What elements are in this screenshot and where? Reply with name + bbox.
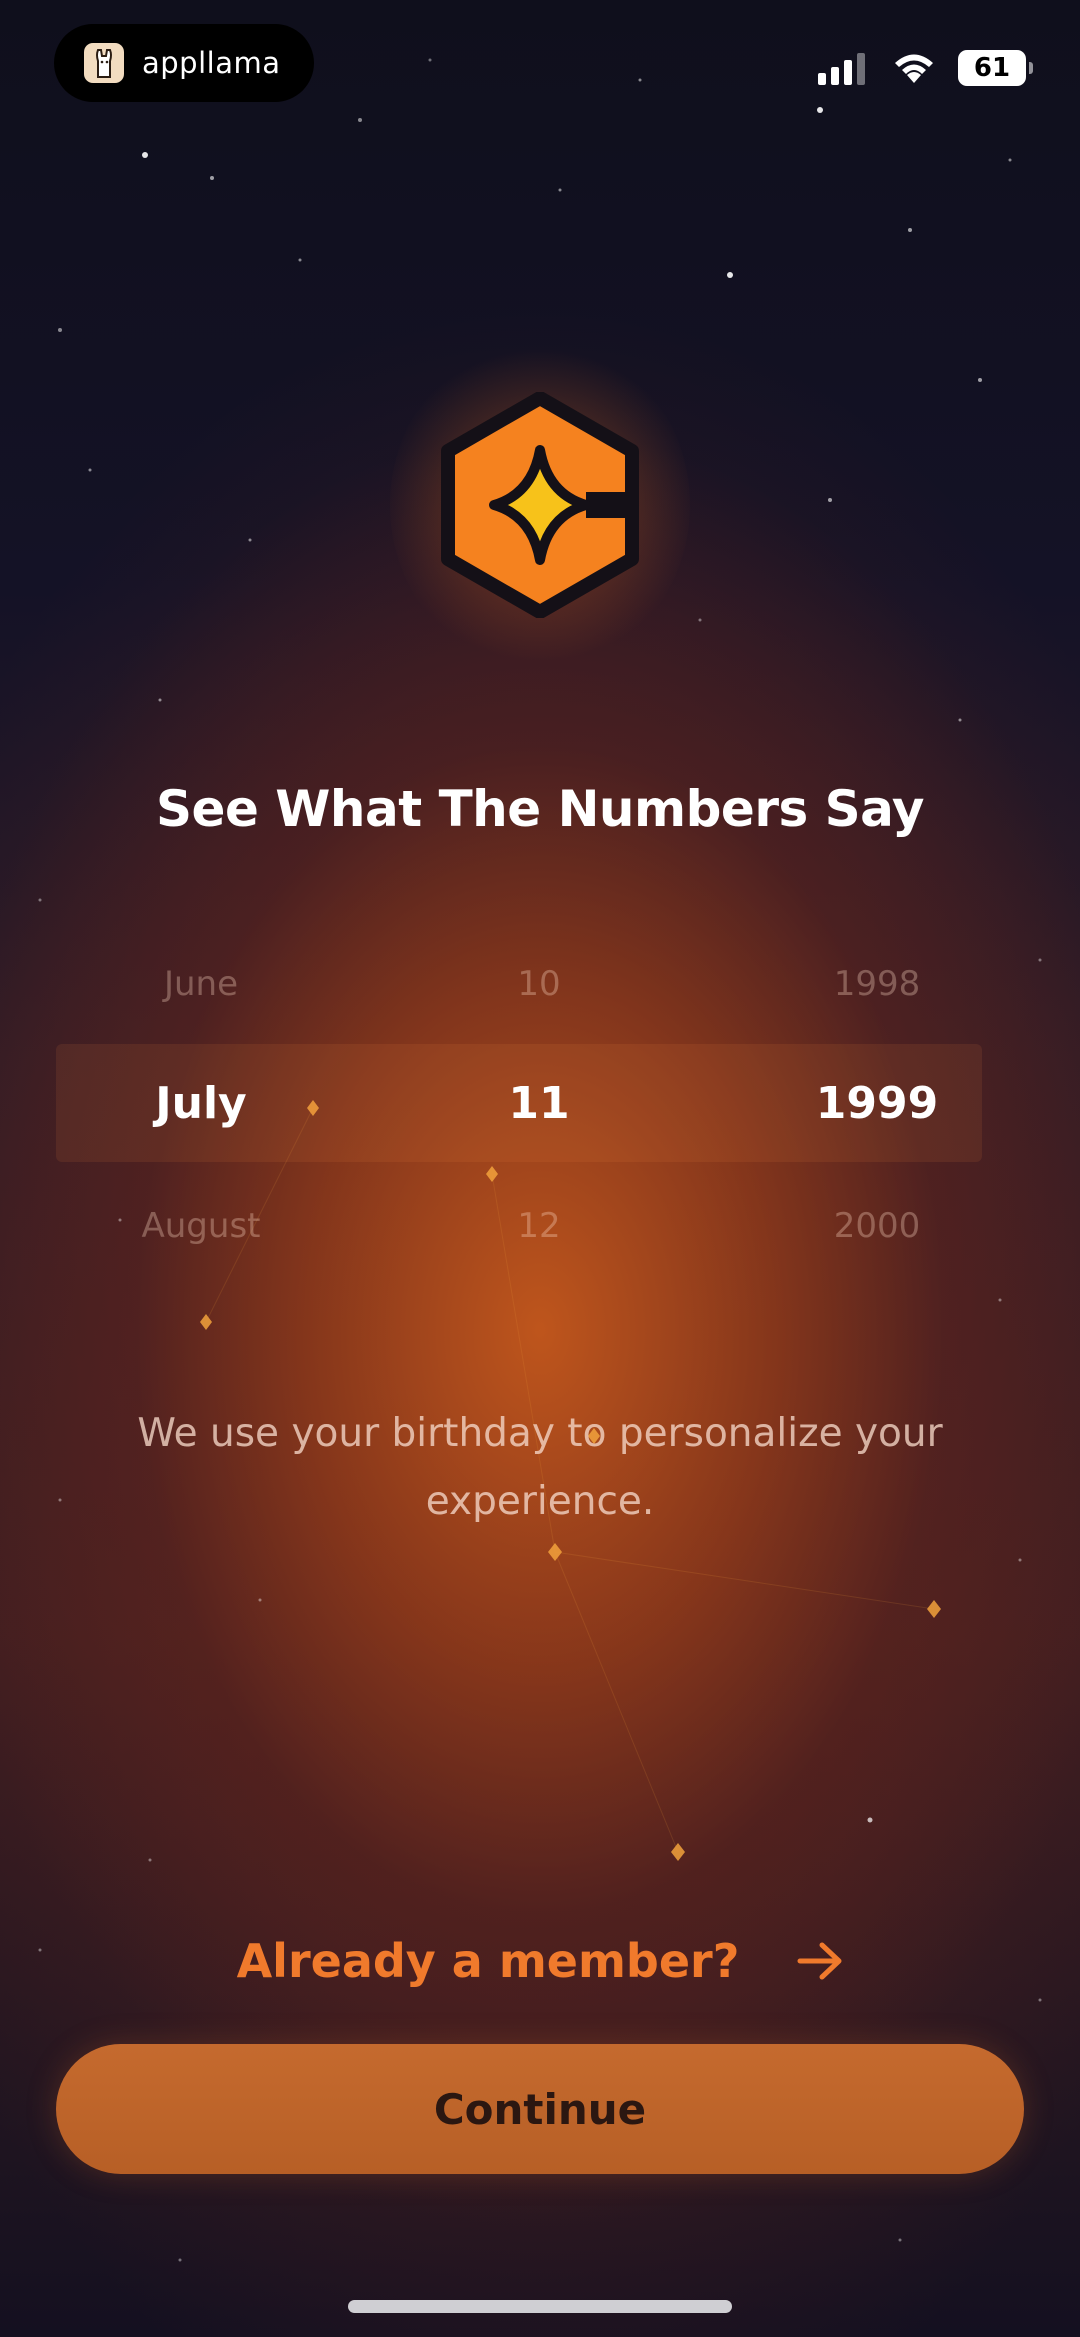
continue-label: Continue <box>433 2084 647 2134</box>
cellular-signal-icon <box>818 51 870 85</box>
app-indicator-pill[interactable]: appllama <box>54 24 314 102</box>
day-option[interactable]: 10 <box>389 944 689 1024</box>
already-member-label: Already a member? <box>236 1934 740 1988</box>
selected-day[interactable]: 11 <box>389 1064 689 1144</box>
month-option[interactable]: June <box>51 944 351 1024</box>
selected-year[interactable]: 1999 <box>727 1064 1027 1144</box>
app-name: appllama <box>142 46 281 80</box>
battery-level: 61 <box>973 53 1011 83</box>
year-option[interactable]: 2000 <box>727 1186 1027 1266</box>
arrow-right-icon <box>797 1942 842 1980</box>
app-logo-icon <box>441 392 639 618</box>
home-indicator[interactable] <box>348 2300 732 2313</box>
picker-row-next[interactable]: August 12 2000 <box>0 1186 1080 1266</box>
month-option[interactable]: August <box>51 1186 351 1266</box>
page-title: See What The Numbers Say <box>156 780 924 838</box>
birthday-explanation: We use your birthday to personalize your… <box>137 1411 943 1524</box>
onboarding-screen: appllama 61 See What The Numbers Say Jun… <box>0 0 1080 2337</box>
llama-icon <box>84 43 124 83</box>
picker-row-previous[interactable]: June 10 1998 <box>0 944 1080 1024</box>
year-option[interactable]: 1998 <box>727 944 1027 1024</box>
selected-month[interactable]: July <box>51 1064 351 1144</box>
battery-icon: 61 <box>958 50 1033 86</box>
continue-button[interactable]: Continue <box>56 2044 1024 2174</box>
status-indicators: 61 <box>818 48 1033 88</box>
already-member-link[interactable]: Already a member? <box>0 1926 1080 1996</box>
day-option[interactable]: 12 <box>389 1186 689 1266</box>
wifi-icon <box>895 54 933 83</box>
picker-row-selected[interactable]: July 11 1999 <box>0 1064 1080 1144</box>
